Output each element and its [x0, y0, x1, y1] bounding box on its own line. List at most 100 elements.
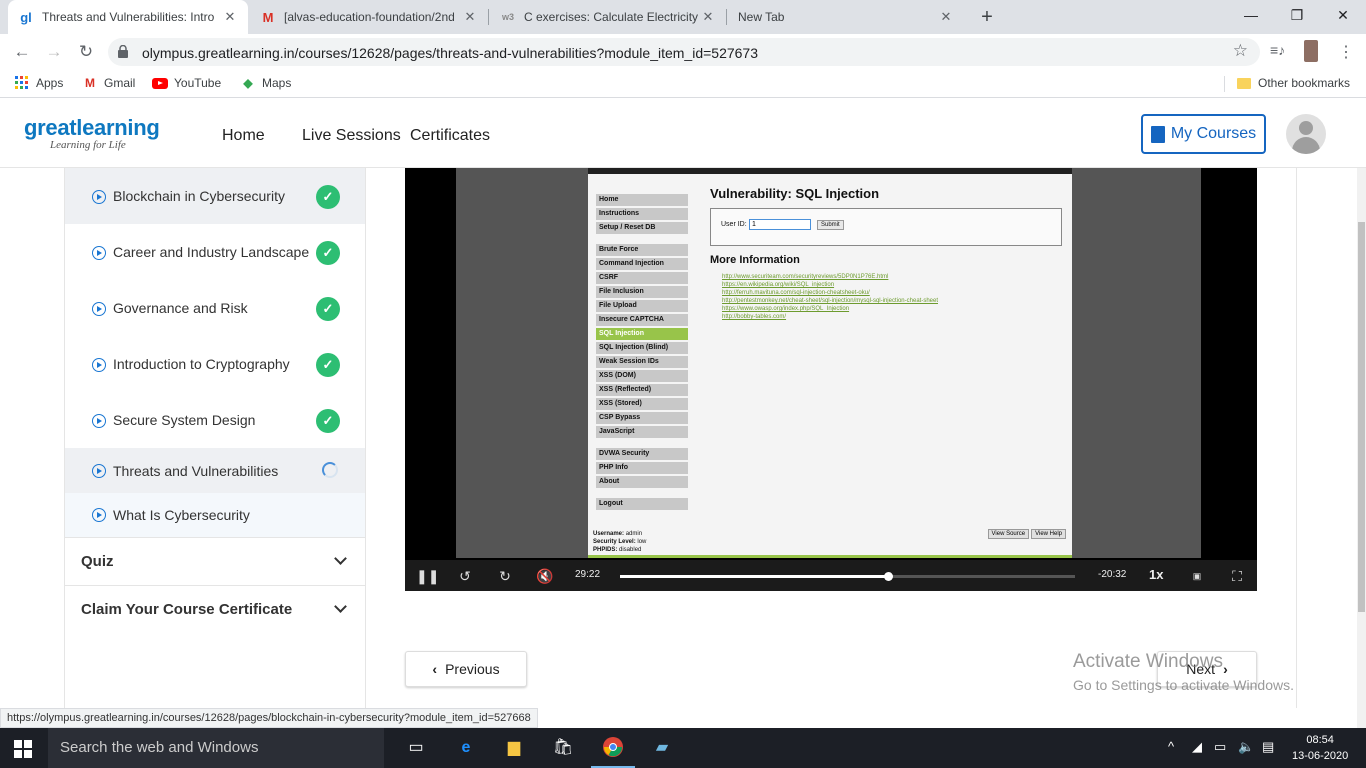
bookmark-maps[interactable]: ◆ Maps [240, 76, 291, 90]
module-item-threats[interactable]: Threats and Vulnerabilities [65, 448, 365, 493]
battery-icon[interactable]: ▭ [1214, 739, 1226, 755]
module-item-secure-design[interactable]: Secure System Design ✓ [65, 392, 365, 448]
kebab-menu-icon[interactable]: ⋮ [1338, 42, 1354, 62]
profile-extension-icon[interactable] [1304, 40, 1318, 62]
greatlearning-logo[interactable]: greatlearning Learning for Life [24, 115, 160, 151]
module-item-blockchain[interactable]: Blockchain in Cybersecurity ✓ [65, 168, 365, 224]
bookmark-gmail[interactable]: M Gmail [82, 76, 135, 90]
nav-home[interactable]: Home [222, 127, 265, 145]
tab-new-tab[interactable]: New Tab ✕ [728, 0, 964, 34]
dvwa-menu-item: Logout [596, 498, 688, 510]
tab-title: [alvas-education-foundation/2nd [284, 10, 455, 24]
chevron-up-icon[interactable]: ^ [1168, 739, 1174, 754]
close-icon[interactable]: ✕ [222, 9, 238, 25]
mute-icon[interactable]: 🔇 [536, 567, 554, 585]
video-player[interactable]: Home Instructions Setup / Reset DB Brute… [405, 168, 1257, 591]
module-item-governance[interactable]: Governance and Risk ✓ [65, 280, 365, 336]
rewind-icon[interactable]: ↺ [456, 567, 474, 585]
store-icon[interactable]: 🛍 [551, 736, 575, 760]
forward-arrow-icon[interactable]: → [42, 40, 66, 64]
forward-icon[interactable]: ↻ [496, 567, 514, 585]
chevron-left-icon: ‹ [432, 661, 438, 677]
tab-separator [488, 9, 489, 25]
nav-certificates[interactable]: Certificates [410, 127, 490, 145]
task-view-icon[interactable]: ▭ [404, 736, 428, 760]
section-quiz[interactable]: Quiz [65, 537, 365, 585]
scrollbar-thumb[interactable] [1358, 222, 1365, 612]
bookmarks-bar: Apps M Gmail YouTube ◆ Maps Other bookma… [0, 70, 1366, 98]
seek-bar[interactable] [620, 572, 1075, 581]
bookmark-apps[interactable]: Apps [14, 76, 63, 90]
back-arrow-icon[interactable]: ← [10, 40, 34, 64]
section-certificate[interactable]: Claim Your Course Certificate [65, 585, 365, 633]
dvwa-menu-item: XSS (DOM) [596, 370, 688, 382]
dvwa-footer-info: Username: admin Security Level: low PHPI… [593, 531, 647, 553]
nav-live-sessions[interactable]: Live Sessions [302, 127, 401, 145]
minimize-icon[interactable]: — [1228, 0, 1274, 30]
pause-icon[interactable]: ❚❚ [416, 567, 439, 585]
tab-threats-vulnerabilities[interactable]: gl Threats and Vulnerabilities: Intro ✕ [8, 0, 248, 34]
close-icon[interactable]: ✕ [938, 9, 954, 25]
dvwa-link: https://www.owasp.org/index.php/SQL_Inje… [722, 306, 850, 312]
seek-bar-played [620, 575, 889, 578]
play-circle-icon [92, 190, 106, 204]
clock-date: 13-06-2020 [1292, 750, 1349, 762]
tab-title: New Tab [738, 10, 785, 24]
other-bookmarks[interactable]: Other bookmarks [1236, 76, 1350, 90]
edge-icon[interactable]: e [454, 736, 478, 760]
loading-spinner-icon [322, 462, 338, 478]
gmail-icon: M [85, 76, 95, 90]
bookmark-star-icon[interactable]: ☆ [1233, 41, 1248, 61]
dvwa-phpids: disabled [619, 547, 642, 553]
avatar[interactable] [1286, 114, 1326, 154]
app-icon[interactable]: ▰ [650, 736, 674, 760]
tab-github[interactable]: M [alvas-education-foundation/2nd ✕ [250, 0, 488, 34]
seek-thumb[interactable] [884, 572, 894, 581]
playback-speed[interactable]: 1x [1149, 567, 1163, 582]
dvwa-userid-input: 1 [749, 219, 811, 230]
current-time: 29:22 [575, 569, 601, 580]
url-text[interactable]: olympus.greatlearning.in/courses/12628/p… [142, 45, 758, 61]
taskbar-clock[interactable]: 08:54 13-06-2020 [1292, 732, 1348, 764]
windows-taskbar: Search the web and Windows ▭ e ▆ 🛍 ▰ ^ ◢… [0, 728, 1366, 768]
reload-icon[interactable]: ↻ [74, 40, 98, 64]
check-icon: ✓ [316, 353, 340, 377]
dvwa-menu-item: JavaScript [596, 426, 688, 438]
close-icon[interactable]: ✕ [700, 9, 716, 25]
module-item-what-is[interactable]: What Is Cybersecurity [65, 493, 365, 537]
dvwa-username: admin [625, 531, 643, 537]
previous-button[interactable]: ‹ Previous [405, 651, 527, 687]
module-label: Career and Industry Landscape [113, 244, 310, 260]
video-letterbox [1072, 168, 1201, 558]
hd-quality-icon[interactable]: ▣ [1188, 567, 1206, 585]
chrome-icon[interactable] [591, 736, 635, 768]
tab-w3-exercises[interactable]: w3 C exercises: Calculate Electricity B … [490, 0, 726, 34]
windows-start-icon[interactable] [14, 740, 32, 758]
bookmark-youtube[interactable]: YouTube [152, 76, 221, 90]
network-icon[interactable]: ◢ [1192, 739, 1202, 755]
page-scrollbar[interactable] [1357, 168, 1366, 728]
media-control-icon[interactable]: ≡♪ [1270, 42, 1285, 58]
module-item-cryptography[interactable]: Introduction to Cryptography ✓ [65, 336, 365, 392]
module-item-career[interactable]: Career and Industry Landscape ✓ [65, 224, 365, 280]
taskbar-search[interactable]: Search the web and Windows [48, 728, 384, 768]
new-tab-plus-icon[interactable]: + [976, 6, 998, 28]
file-explorer-icon[interactable]: ▆ [502, 736, 526, 760]
dvwa-link: http://www.securiteam.com/securityreview… [722, 274, 889, 280]
bookmarks-separator [1224, 76, 1225, 92]
dvwa-link-list: http://www.securiteam.com/securityreview… [722, 273, 938, 321]
restore-icon[interactable]: ❐ [1274, 0, 1320, 30]
dvwa-page-title: Vulnerability: SQL Injection [710, 186, 880, 201]
dvwa-menu-item: SQL Injection (Blind) [596, 342, 688, 354]
dvwa-menu-item: DVWA Security [596, 448, 688, 460]
fullscreen-icon[interactable]: ⛶ [1228, 567, 1246, 585]
my-courses-button[interactable]: My Courses [1141, 114, 1266, 154]
close-icon[interactable]: ✕ [462, 9, 478, 25]
dvwa-menu-item: Home [596, 194, 688, 206]
close-window-icon[interactable]: ✕ [1320, 0, 1366, 30]
notification-icon[interactable]: ▤ [1262, 739, 1274, 755]
volume-icon[interactable]: 🔈 [1238, 739, 1254, 755]
check-icon: ✓ [316, 185, 340, 209]
video-controls: ❚❚ ↺ ↻ 🔇 29:22 -20:32 1x ▣ ⛶ [405, 560, 1257, 591]
address-bar[interactable]: olympus.greatlearning.in/courses/12628/p… [108, 38, 1260, 66]
